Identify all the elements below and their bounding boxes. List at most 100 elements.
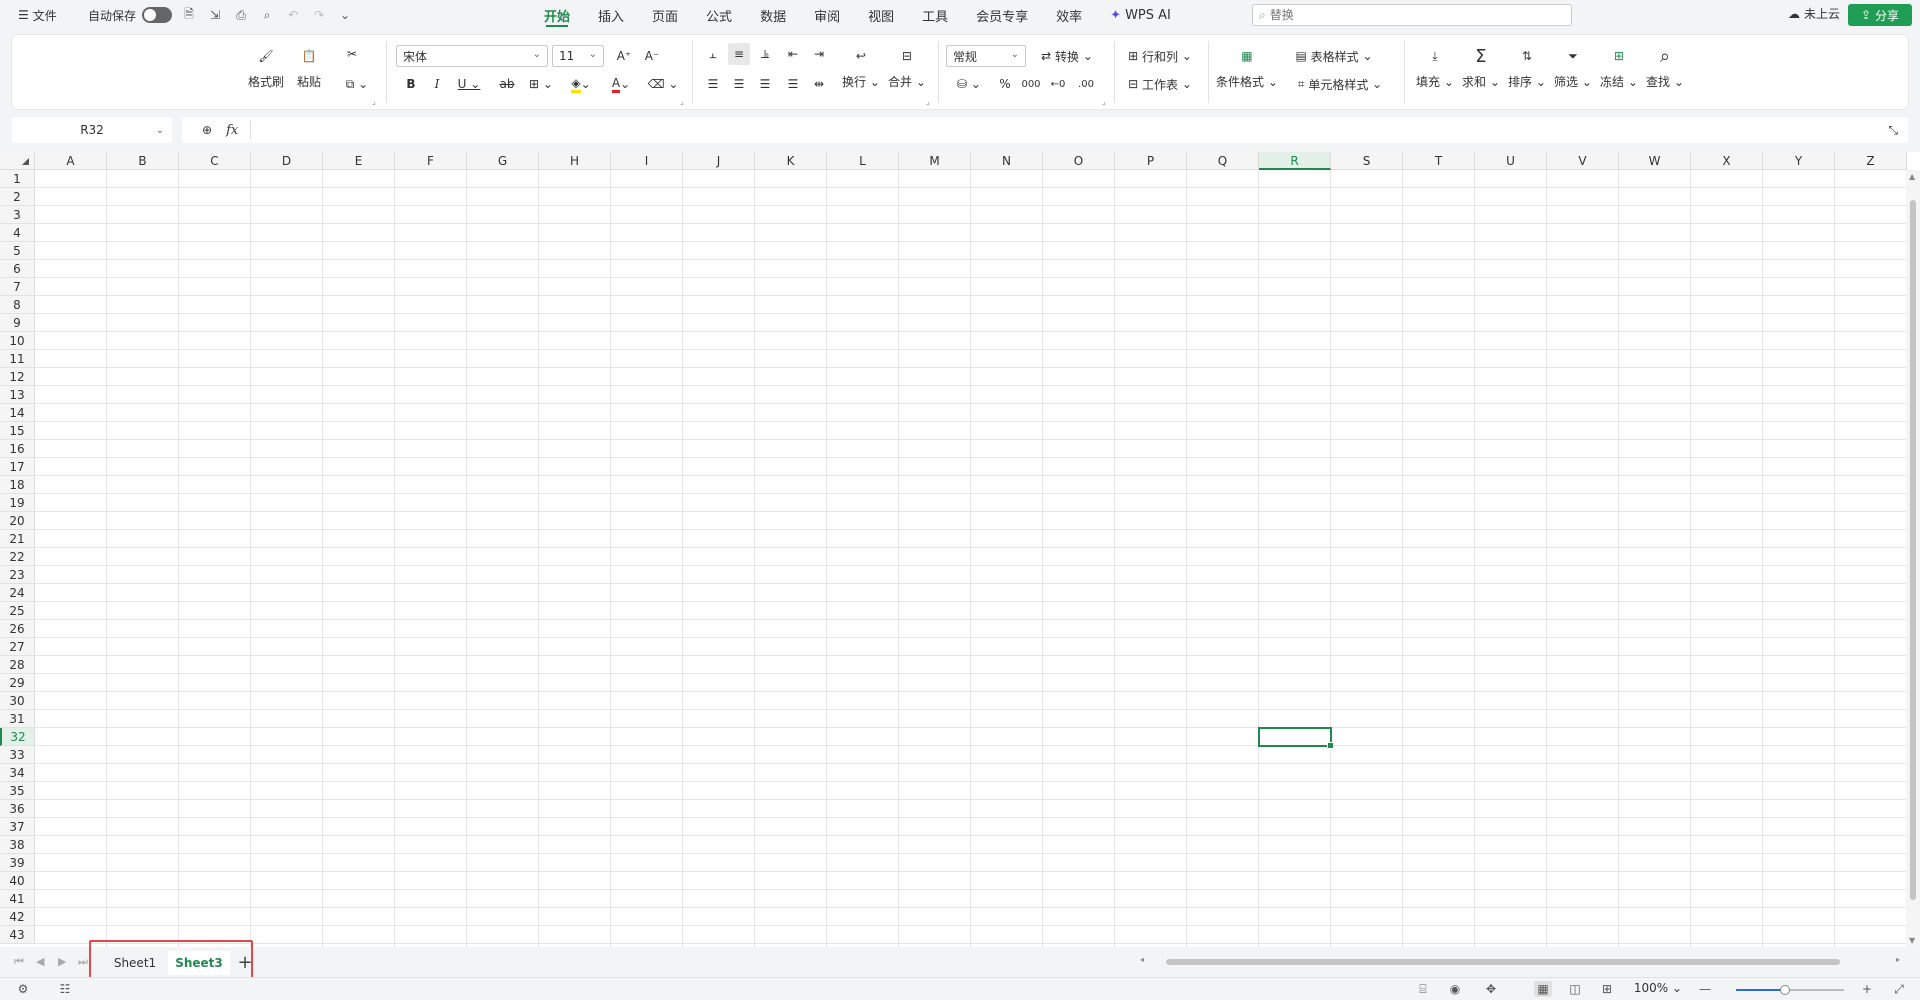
row-header-27[interactable]: 27: [0, 638, 35, 656]
justify-button[interactable]: ☰: [782, 73, 804, 95]
row-header-1[interactable]: 1: [0, 170, 35, 188]
column-header-o[interactable]: O: [1043, 152, 1115, 170]
row-header-21[interactable]: 21: [0, 530, 35, 548]
find-button[interactable]: ⌕ 查找 ⌄: [1646, 43, 1684, 90]
align-left-button[interactable]: ☰: [702, 73, 724, 95]
column-header-n[interactable]: N: [971, 152, 1043, 170]
tab-insert[interactable]: 插入: [584, 0, 638, 30]
row-header-34[interactable]: 34: [0, 764, 35, 782]
column-header-u[interactable]: U: [1475, 152, 1547, 170]
column-header-e[interactable]: E: [323, 152, 395, 170]
row-header-31[interactable]: 31: [0, 710, 35, 728]
row-header-19[interactable]: 19: [0, 494, 35, 512]
align-expand-icon[interactable]: ⌟: [926, 97, 930, 106]
column-header-g[interactable]: G: [467, 152, 539, 170]
sheet-list-icon[interactable]: ☷: [56, 981, 74, 997]
row-header-9[interactable]: 9: [0, 314, 35, 332]
vertical-scroll-thumb[interactable]: [1910, 200, 1916, 900]
export-pdf-icon[interactable]: ⇲: [204, 4, 226, 26]
fullscreen-icon[interactable]: ⤢: [1890, 981, 1908, 997]
normal-view-icon[interactable]: ▦: [1534, 981, 1552, 997]
undo-icon[interactable]: ↶: [282, 4, 304, 26]
row-header-11[interactable]: 11: [0, 350, 35, 368]
column-header-k[interactable]: K: [755, 152, 827, 170]
cut-button[interactable]: ✂: [340, 43, 364, 65]
sum-button[interactable]: Σ 求和 ⌄: [1462, 43, 1500, 90]
row-header-12[interactable]: 12: [0, 368, 35, 386]
autosave-toggle[interactable]: [142, 7, 173, 23]
font-expand-icon[interactable]: ⌟: [680, 97, 684, 106]
row-header-6[interactable]: 6: [0, 260, 35, 278]
scroll-up-icon[interactable]: ▲: [1909, 172, 1915, 181]
percent-button[interactable]: %: [994, 73, 1016, 95]
row-header-24[interactable]: 24: [0, 584, 35, 602]
convert-button[interactable]: ⇄ 转换 ⌄: [1036, 45, 1098, 67]
copy-button[interactable]: ⧉ ⌄: [340, 73, 374, 95]
row-header-37[interactable]: 37: [0, 818, 35, 836]
column-header-m[interactable]: M: [899, 152, 971, 170]
row-header-20[interactable]: 20: [0, 512, 35, 530]
cell-style-button[interactable]: ⌗ 单元格样式 ⌄: [1288, 73, 1392, 95]
thousands-button[interactable]: 000: [1020, 73, 1042, 95]
distribute-button[interactable]: ⇹: [808, 73, 830, 95]
last-sheet-icon[interactable]: ⏭: [78, 955, 88, 969]
row-header-33[interactable]: 33: [0, 746, 35, 764]
scroll-left-icon[interactable]: ◂: [1140, 955, 1144, 964]
row-header-3[interactable]: 3: [0, 206, 35, 224]
read-mode-icon[interactable]: ⌸: [1414, 981, 1432, 997]
row-header-43[interactable]: 43: [0, 926, 35, 944]
tab-wps-ai[interactable]: ✦ WPS AI: [1096, 0, 1185, 30]
align-top-button[interactable]: ⫠: [702, 43, 724, 65]
row-header-35[interactable]: 35: [0, 782, 35, 800]
row-header-23[interactable]: 23: [0, 566, 35, 584]
vertical-scrollbar[interactable]: ▲ ▼: [1906, 170, 1920, 947]
first-sheet-icon[interactable]: ⏮: [14, 955, 24, 969]
zoom-slider[interactable]: [1736, 985, 1844, 995]
search-box[interactable]: ⌕: [1252, 4, 1572, 26]
row-header-2[interactable]: 2: [0, 188, 35, 206]
column-header-s[interactable]: S: [1331, 152, 1403, 170]
cloud-status[interactable]: ☁ 未上云: [1788, 5, 1840, 22]
horizontal-scroll-thumb[interactable]: [1166, 959, 1840, 965]
autosave[interactable]: 自动保存: [82, 0, 178, 30]
align-middle-button[interactable]: ≡: [728, 43, 750, 65]
column-header-p[interactable]: P: [1115, 152, 1187, 170]
zoom-out-icon[interactable]: —: [1696, 981, 1714, 997]
print-icon[interactable]: ⎙: [230, 4, 252, 26]
row-header-42[interactable]: 42: [0, 908, 35, 926]
merge-button[interactable]: ⊟ 合并 ⌄: [888, 43, 926, 90]
row-header-36[interactable]: 36: [0, 800, 35, 818]
row-header-41[interactable]: 41: [0, 890, 35, 908]
zoom-formula-icon[interactable]: ⊕: [202, 123, 212, 137]
tab-efficiency[interactable]: 效率: [1042, 0, 1096, 30]
column-header-q[interactable]: Q: [1187, 152, 1259, 170]
row-header-18[interactable]: 18: [0, 476, 35, 494]
zoom-level[interactable]: 100% ⌄: [1634, 981, 1682, 995]
print-preview-icon[interactable]: ⌕: [256, 4, 278, 26]
horizontal-scrollbar[interactable]: ◂ ▸: [1140, 955, 1900, 967]
row-col-button[interactable]: ⊞ 行和列 ⌄: [1122, 45, 1198, 67]
file-menu[interactable]: ☰ 文件: [12, 0, 63, 30]
tab-review[interactable]: 审阅: [800, 0, 854, 30]
font-name-select[interactable]: 宋体 ⌄: [396, 45, 548, 67]
fx-icon[interactable]: fx: [226, 123, 238, 138]
wrap-text-button[interactable]: ↩ 换行 ⌄: [842, 43, 880, 90]
align-center-button[interactable]: ☰: [728, 73, 750, 95]
italic-button[interactable]: I: [426, 73, 448, 95]
column-header-v[interactable]: V: [1547, 152, 1619, 170]
sort-button[interactable]: ⇅ 排序 ⌄: [1508, 43, 1546, 90]
row-header-28[interactable]: 28: [0, 656, 35, 674]
fill-color-button[interactable]: ◈ ⌄: [564, 73, 598, 95]
worksheet-button[interactable]: ⊟ 工作表 ⌄: [1122, 73, 1198, 95]
column-header-f[interactable]: F: [395, 152, 467, 170]
row-header-26[interactable]: 26: [0, 620, 35, 638]
column-header-l[interactable]: L: [827, 152, 899, 170]
number-expand-icon[interactable]: ⌟: [1102, 97, 1106, 106]
column-header-t[interactable]: T: [1403, 152, 1475, 170]
row-header-32[interactable]: 32: [0, 728, 35, 746]
row-header-39[interactable]: 39: [0, 854, 35, 872]
search-input[interactable]: [1269, 8, 1571, 22]
row-header-7[interactable]: 7: [0, 278, 35, 296]
decrease-indent-button[interactable]: ⇤: [782, 43, 804, 65]
eye-protect-icon[interactable]: ◉: [1446, 981, 1464, 997]
